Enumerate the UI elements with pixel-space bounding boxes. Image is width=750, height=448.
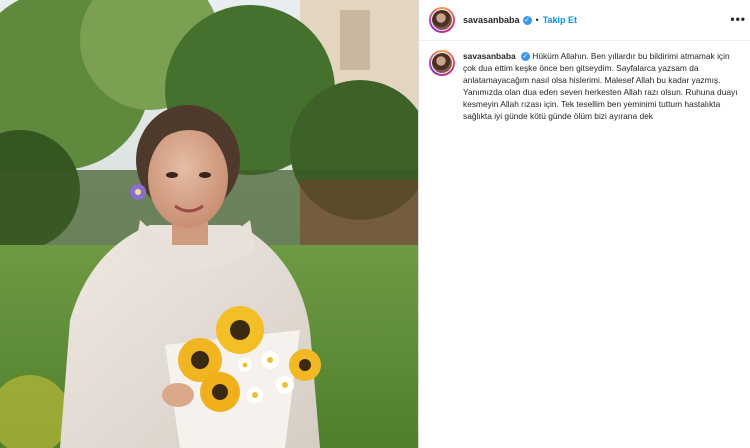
caption-username[interactable]: savasanbaba	[463, 51, 516, 61]
caption-text: Hüküm Allahın. Ben yıllardır bu bildirim…	[463, 51, 738, 121]
more-options-icon[interactable]: •••	[730, 12, 746, 26]
verified-badge-icon: ✓	[522, 15, 532, 25]
post-side-panel: savasanbaba ✓ • Takip Et ••• savasanbaba…	[419, 0, 750, 448]
caption-body: savasanbaba ✓ Hüküm Allahın. Ben yıllard…	[463, 50, 743, 122]
avatar-image	[432, 10, 452, 30]
post-photo[interactable]	[0, 0, 418, 448]
verified-badge-icon: ✓	[520, 52, 530, 62]
caption-comment: savasanbaba ✓ Hüküm Allahın. Ben yıllard…	[429, 50, 744, 122]
header-avatar[interactable]	[429, 7, 455, 33]
separator-dot: •	[535, 15, 539, 25]
post-header: savasanbaba ✓ • Takip Et •••	[419, 0, 750, 41]
follow-button[interactable]: Takip Et	[543, 15, 577, 25]
photo-scene	[0, 0, 418, 448]
avatar-image	[432, 53, 452, 73]
header-username[interactable]: savasanbaba	[463, 15, 520, 25]
caption-avatar[interactable]	[429, 50, 455, 76]
